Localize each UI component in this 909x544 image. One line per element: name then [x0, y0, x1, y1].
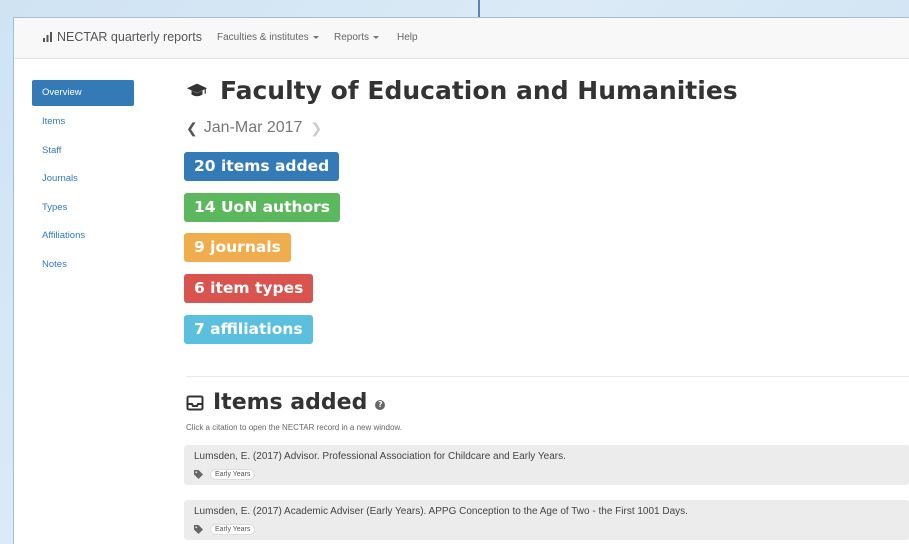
- items-added-title: Items added: [213, 390, 368, 415]
- nav-faculties-label: Faculties & institutes: [217, 32, 309, 43]
- caret-down-icon: [312, 35, 319, 39]
- stat-badge-item-types[interactable]: 6 item types: [184, 274, 314, 303]
- stat-badge-journals[interactable]: 9 journals: [184, 233, 291, 262]
- brand-label: NECTAR quarterly reports: [57, 30, 202, 44]
- brand-link[interactable]: NECTAR quarterly reports: [43, 30, 202, 44]
- section-divider: [186, 376, 909, 377]
- period-selector: ❮ Jan-Mar 2017 ❯: [186, 119, 322, 137]
- items-hint: Click a citation to open the NECTAR reco…: [186, 423, 402, 432]
- nav-help-label: Help: [397, 32, 418, 43]
- item-citation[interactable]: Lumsden, E. (2017) Academic Adviser (Ear…: [194, 506, 688, 517]
- nav-reports-dropdown[interactable]: Reports: [334, 32, 380, 43]
- page-title-text: Faculty of Education and Humanities: [220, 76, 738, 105]
- question-circle-icon[interactable]: ?: [375, 399, 386, 410]
- sidebar-item-items[interactable]: Items: [32, 108, 134, 137]
- tag-icon: [194, 525, 203, 534]
- graduation-cap-icon: [186, 83, 208, 96]
- sidebar-item-overview[interactable]: Overview: [32, 80, 134, 106]
- stat-badge-items[interactable]: 20 items added: [184, 152, 340, 181]
- item-tag[interactable]: Early Years: [210, 524, 256, 535]
- stat-badge-affiliations[interactable]: 7 affiliations: [184, 315, 313, 344]
- item-citation[interactable]: Lumsden, E. (2017) Advisor. Professional…: [194, 451, 566, 462]
- bar-chart-icon: [43, 32, 52, 42]
- items-added-heading: Items added ?: [186, 390, 386, 415]
- list-item[interactable]: Lumsden, E. (2017) Advisor. Professional…: [184, 445, 909, 485]
- desktop-edge-line: [478, 0, 480, 18]
- nav-faculties-dropdown[interactable]: Faculties & institutes: [217, 32, 319, 43]
- nav-help-link[interactable]: Help: [397, 32, 418, 43]
- sidebar-nav: Overview Items Staff Journals Types Affi…: [32, 80, 134, 279]
- inbox-icon: [186, 395, 204, 410]
- sidebar-item-affiliations[interactable]: Affiliations: [32, 222, 134, 251]
- chevron-right-icon[interactable]: ❯: [310, 120, 322, 137]
- tag-icon: [194, 470, 203, 479]
- sidebar-item-types[interactable]: Types: [32, 194, 134, 223]
- item-tags: Early Years: [194, 524, 256, 535]
- list-item[interactable]: Lumsden, E. (2017) Academic Adviser (Ear…: [184, 500, 909, 540]
- browser-window: NECTAR quarterly reports Faculties & ins…: [14, 18, 909, 544]
- top-navbar: NECTAR quarterly reports Faculties & ins…: [14, 18, 909, 59]
- sidebar-item-notes[interactable]: Notes: [32, 251, 134, 280]
- caret-down-icon: [373, 35, 380, 39]
- sidebar-item-staff[interactable]: Staff: [32, 137, 134, 166]
- item-tags: Early Years: [194, 469, 256, 480]
- nav-reports-label: Reports: [334, 32, 370, 43]
- sidebar-item-journals[interactable]: Journals: [32, 165, 134, 194]
- period-label: Jan-Mar 2017: [203, 119, 303, 136]
- page-title: Faculty of Education and Humanities: [186, 76, 738, 105]
- stat-badge-authors[interactable]: 14 UoN authors: [184, 193, 341, 222]
- chevron-left-icon[interactable]: ❮: [186, 120, 198, 137]
- item-tag[interactable]: Early Years: [210, 469, 256, 480]
